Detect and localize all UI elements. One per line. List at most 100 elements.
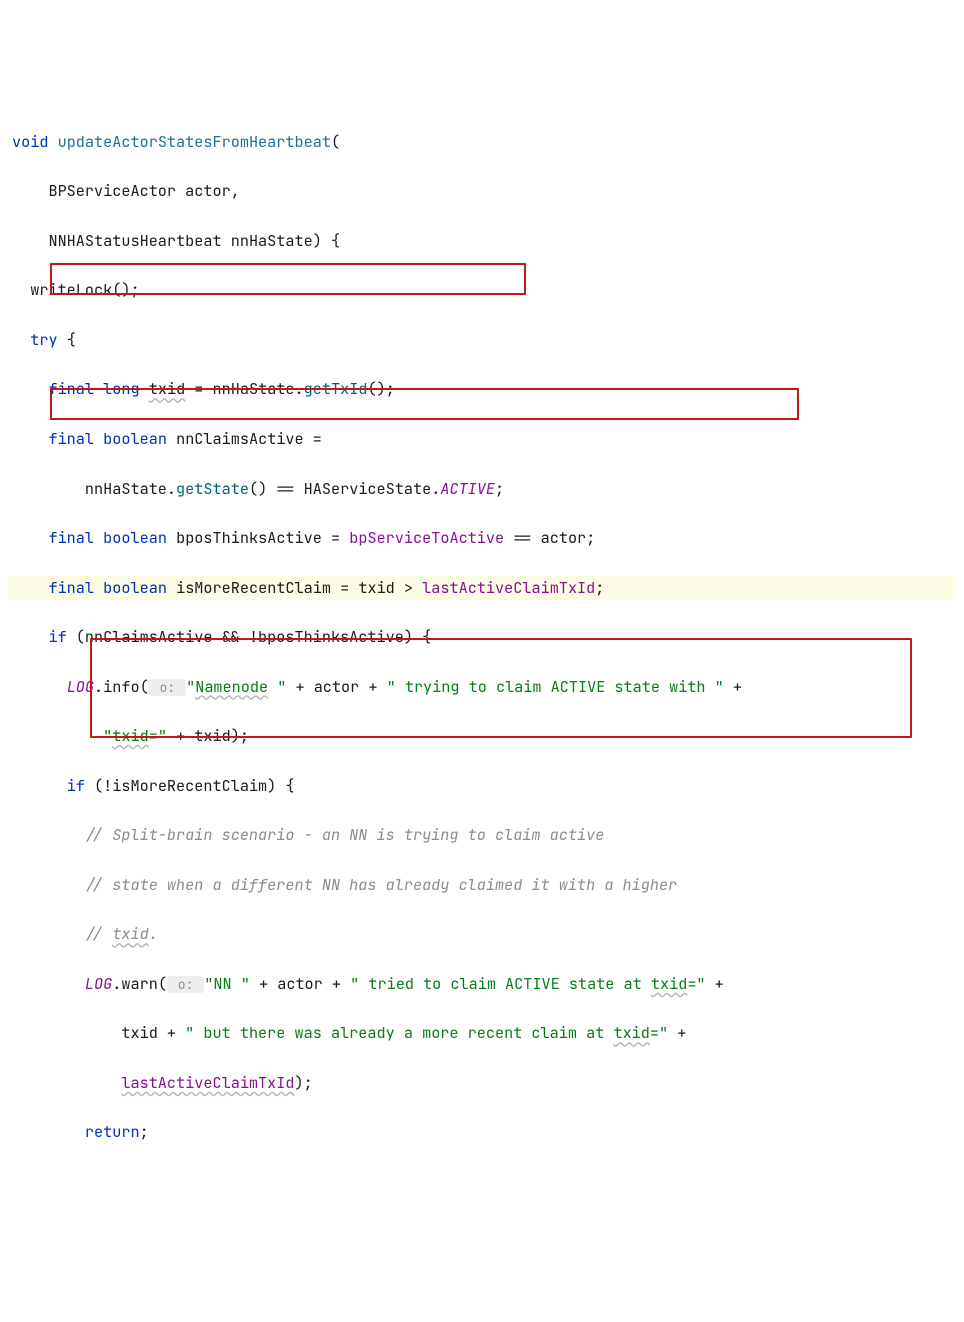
keyword-long: long: [103, 378, 139, 399]
param-hint: o:: [149, 679, 186, 696]
code-line: // state when a different NN has already…: [8, 873, 956, 898]
punct: ;: [595, 577, 604, 598]
code-line: // Split-brain scenario - an NN is tryin…: [8, 823, 956, 848]
string: " but there was already a more recent cl…: [185, 1022, 668, 1043]
code-line: BPServiceActor actor,: [8, 179, 956, 204]
op-eq: =: [185, 378, 212, 399]
code-line: NNHAStatusHeartbeat nnHaState) {: [8, 229, 956, 254]
cond: (nnClaimsActive && !bposThinksActive) {: [67, 626, 432, 647]
var-ref: txid: [121, 1022, 157, 1043]
static-log: LOG: [67, 676, 94, 697]
op-plus: +: [250, 973, 277, 994]
punct: );: [231, 725, 249, 746]
field-ref: bpServiceToActive: [349, 527, 504, 548]
code-line: if (nnClaimsActive && !bposThinksActive)…: [8, 625, 956, 650]
op-eq: =: [304, 428, 322, 449]
code-editor[interactable]: void updateActorStatesFromHeartbeat( BPS…: [8, 105, 956, 1269]
punct: );: [295, 1072, 313, 1093]
keyword-if: if: [67, 775, 85, 796]
op-plus: +: [167, 725, 194, 746]
param-hint: o:: [167, 976, 204, 993]
code-line: if (!isMoreRecentClaim) {: [8, 774, 956, 799]
op-plus: +: [359, 676, 386, 697]
code-line: final boolean nnClaimsActive =: [8, 427, 956, 452]
punct: ;: [140, 1121, 149, 1142]
comment: // Split-brain scenario - an NN is tryin…: [85, 824, 604, 845]
keyword-boolean: boolean: [103, 527, 167, 548]
obj-ref: nnHaState.: [85, 478, 176, 499]
keyword-return: return: [85, 1121, 140, 1142]
comment: // txid.: [85, 923, 158, 944]
param-name: nnHaState: [231, 230, 313, 251]
op-eq: =: [322, 527, 349, 548]
code-line: nnHaState.getState() == HAServiceState.A…: [8, 477, 956, 502]
obj-ref: nnHaState.: [213, 378, 304, 399]
code-line-highlighted: final boolean isMoreRecentClaim = txid >…: [8, 576, 956, 601]
var-ref: actor: [314, 676, 360, 697]
op-eq: =: [331, 577, 358, 598]
var-ref: txid: [358, 577, 394, 598]
cond: (!isMoreRecentClaim) {: [85, 775, 295, 796]
comment: // state when a different NN has already…: [85, 874, 677, 895]
keyword-try: try: [30, 329, 57, 350]
var-ref: txid: [194, 725, 230, 746]
keyword-boolean: boolean: [103, 577, 167, 598]
punct: {: [58, 329, 76, 350]
punct: ,: [231, 180, 240, 201]
code-line: return;: [8, 1120, 956, 1145]
method-call: .warn(: [112, 973, 167, 994]
method-call: getTxId: [304, 378, 368, 399]
op-plus: +: [668, 1022, 695, 1043]
op-cmp: ==: [504, 527, 540, 548]
keyword-final: final: [48, 527, 94, 548]
code-line: "txid=" + txid);: [8, 724, 956, 749]
string: "Namenode ": [186, 676, 286, 697]
var-name: bposThinksActive: [176, 527, 322, 548]
code-line: final boolean bposThinksActive = bpServi…: [8, 526, 956, 551]
field-ref: lastActiveClaimTxId: [121, 1072, 294, 1093]
op-plus: +: [706, 973, 733, 994]
code-line: // txid.: [8, 922, 956, 947]
code-line: writeLock();: [8, 278, 956, 303]
string: " trying to claim ACTIVE state with ": [387, 676, 724, 697]
keyword-final: final: [48, 577, 94, 598]
code-line: txid + " but there was already a more re…: [8, 1021, 956, 1046]
op-plus: +: [158, 1022, 185, 1043]
punct: ) {: [313, 230, 340, 251]
code-line: LOG.warn( o: "NN " + actor + " tried to …: [8, 972, 956, 997]
var-ref: actor: [277, 973, 323, 994]
param-name: actor: [185, 180, 231, 201]
code-line: final long txid = nnHaState.getTxId();: [8, 377, 956, 402]
string: " tried to claim ACTIVE state at txid=": [350, 973, 705, 994]
var-ref: actor: [541, 527, 587, 548]
stmt-writelock: writeLock();: [30, 279, 139, 300]
field-ref: lastActiveClaimTxId: [422, 577, 595, 598]
const-active: ACTIVE: [440, 478, 495, 499]
var-name: isMoreRecentClaim: [176, 577, 331, 598]
keyword-final: final: [48, 428, 94, 449]
param-type: NNHAStatusHeartbeat: [48, 230, 221, 251]
op-cmp: ==: [267, 478, 303, 499]
var-name: nnClaimsActive: [176, 428, 304, 449]
punct: (: [331, 131, 340, 152]
method-call: .info(: [94, 676, 149, 697]
op-cmp: >: [395, 577, 422, 598]
string: "txid=": [103, 725, 167, 746]
code-line: void updateActorStatesFromHeartbeat(: [8, 130, 956, 155]
string: "NN ": [204, 973, 250, 994]
code-line: try {: [8, 328, 956, 353]
code-line: LOG.info( o: "Namenode " + actor + " try…: [8, 675, 956, 700]
op-plus: +: [323, 973, 350, 994]
punct: (): [249, 478, 267, 499]
method-name: updateActorStatesFromHeartbeat: [58, 131, 331, 152]
keyword-if: if: [48, 626, 66, 647]
var-txid: txid: [149, 378, 185, 399]
code-line: lastActiveClaimTxId);: [8, 1071, 956, 1096]
punct: ;: [495, 478, 504, 499]
keyword-final: final: [48, 378, 94, 399]
type-ref: HAServiceState.: [304, 478, 441, 499]
method-call: getState: [176, 478, 249, 499]
op-plus: +: [286, 676, 313, 697]
param-type: BPServiceActor: [48, 180, 176, 201]
keyword-void: void: [12, 131, 48, 152]
